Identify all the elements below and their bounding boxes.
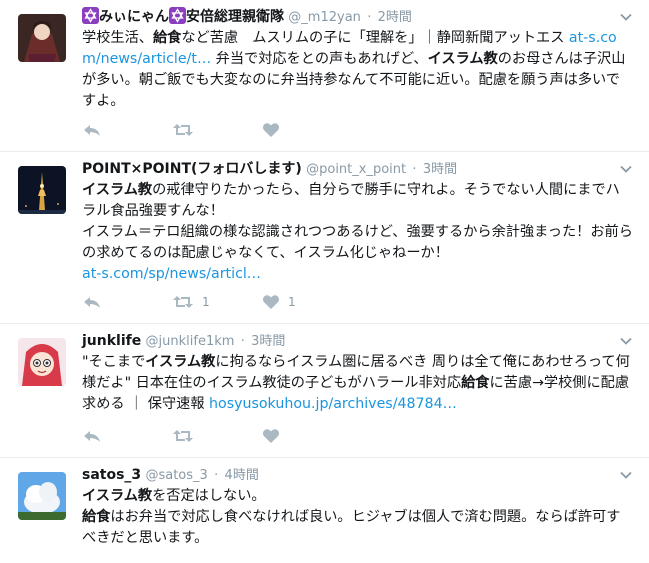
chevron-down-icon[interactable]	[619, 468, 633, 482]
timestamp[interactable]: 2時間	[378, 10, 412, 25]
separator-dot: ·	[214, 468, 219, 483]
retweet-icon	[173, 124, 193, 136]
text-run: の戒律守りたかったら、自分らで勝手に守れよ。そうでない人間にまでハラル食品強要す…	[82, 182, 633, 261]
heart-icon	[262, 123, 280, 137]
highlight-term: イスラム教	[82, 488, 153, 504]
author-name-suffix[interactable]: 安倍総理親衛隊	[186, 9, 284, 25]
chevron-down-icon[interactable]	[619, 10, 633, 24]
author-name[interactable]: satos_3	[82, 467, 141, 483]
author-handle[interactable]: @_m12yan	[288, 10, 361, 25]
text-run: 学校生活、	[82, 30, 153, 46]
timeline: みぃにゃん 安倍総理親衛隊 @_m12yan · 2時間 学校生活、給食など苦慮…	[0, 0, 649, 563]
highlight-term: 給食	[152, 30, 182, 46]
tweet[interactable]: junklife @junklife1km · 3時間 "そこまでイスラム教に拘…	[0, 324, 649, 458]
reply-icon	[84, 297, 100, 308]
highlight-term: イスラム教	[145, 354, 216, 370]
retweet-count: 1	[202, 295, 210, 309]
tweet-text: "そこまでイスラム教に拘るならイスラム圏に居るべき 周りは全て俺にあわせろって何…	[82, 352, 633, 415]
author-name[interactable]: みぃにゃん	[99, 9, 169, 25]
highlight-term: 給食	[82, 509, 111, 525]
tweet[interactable]: みぃにゃん 安倍総理親衛隊 @_m12yan · 2時間 学校生活、給食など苦慮…	[0, 0, 649, 152]
retweet-button[interactable]: 1	[172, 292, 262, 312]
retweet-icon	[173, 430, 193, 442]
avatar[interactable]	[18, 14, 66, 62]
like-button[interactable]: 1	[262, 292, 352, 312]
like-button[interactable]	[262, 426, 352, 446]
text-run: を否定はしない。	[152, 488, 266, 504]
tweet-text: イスラム教の戒律守りたかったら、自分らで勝手に守れよ。そうでない人間にまでハラル…	[82, 180, 633, 285]
tweet-actions: 1 1	[82, 292, 352, 312]
avatar[interactable]	[18, 166, 66, 214]
avatar[interactable]	[18, 472, 66, 520]
heart-icon	[262, 295, 280, 309]
star-of-david-icon	[82, 7, 99, 24]
author-name[interactable]: POINT×POINT(フォロバします)	[82, 161, 302, 177]
reply-icon	[84, 125, 100, 136]
tweet[interactable]: POINT×POINT(フォロバします) @point_x_point · 3時…	[0, 152, 649, 324]
text-run: はお弁当で対応し食べなければ良い。ヒジャブは個人で済む問題。ならば許可すべきだと…	[82, 509, 621, 546]
separator-dot: ·	[240, 334, 245, 349]
star-of-david-icon	[169, 7, 186, 24]
like-button[interactable]	[262, 120, 352, 140]
heart-icon	[262, 429, 280, 443]
author-handle[interactable]: @junklife1km	[146, 334, 235, 349]
reply-icon	[84, 431, 100, 442]
text-run: など苦慮 ムスリムの子に「理解を」｜静岡新聞アットエス	[181, 30, 569, 46]
like-count: 1	[288, 295, 296, 309]
tweet-actions	[82, 426, 352, 446]
timestamp[interactable]: 4時間	[225, 468, 259, 483]
separator-dot: ·	[412, 162, 417, 177]
author-handle[interactable]: @satos_3	[145, 468, 207, 483]
avatar[interactable]	[18, 338, 66, 386]
retweet-button[interactable]	[172, 426, 262, 446]
author-handle[interactable]: @point_x_point	[306, 162, 406, 177]
highlight-term: イスラム教	[427, 51, 498, 67]
text-run: "そこまで	[82, 354, 146, 370]
tweet-link[interactable]: hosyusokuhou.jp/archives/48784…	[209, 396, 457, 412]
retweet-icon	[173, 296, 193, 308]
reply-button[interactable]	[82, 292, 172, 312]
reply-button[interactable]	[82, 426, 172, 446]
separator-dot: ·	[367, 10, 372, 25]
tweet-actions	[82, 120, 352, 140]
retweet-button[interactable]	[172, 120, 262, 140]
highlight-term: 給食	[461, 375, 490, 391]
tweet[interactable]: satos_3 @satos_3 · 4時間 イスラム教を否定はしない。 給食は…	[0, 458, 649, 563]
chevron-down-icon[interactable]	[619, 334, 633, 348]
reply-button[interactable]	[82, 120, 172, 140]
tweet-text: イスラム教を否定はしない。 給食はお弁当で対応し食べなければ良い。ヒジャブは個人…	[82, 486, 633, 549]
text-run: 弁当で対応をとの声もあれげど、	[211, 51, 428, 67]
highlight-term: イスラム教	[82, 182, 153, 198]
timestamp[interactable]: 3時間	[423, 162, 457, 177]
tweet-text: 学校生活、給食など苦慮 ムスリムの子に「理解を」｜静岡新聞アットエス at-s.…	[82, 28, 633, 112]
tweet-link[interactable]: at-s.com/sp/news/articl…	[82, 266, 261, 282]
author-name[interactable]: junklife	[82, 333, 141, 349]
timestamp[interactable]: 3時間	[251, 334, 285, 349]
chevron-down-icon[interactable]	[619, 162, 633, 176]
